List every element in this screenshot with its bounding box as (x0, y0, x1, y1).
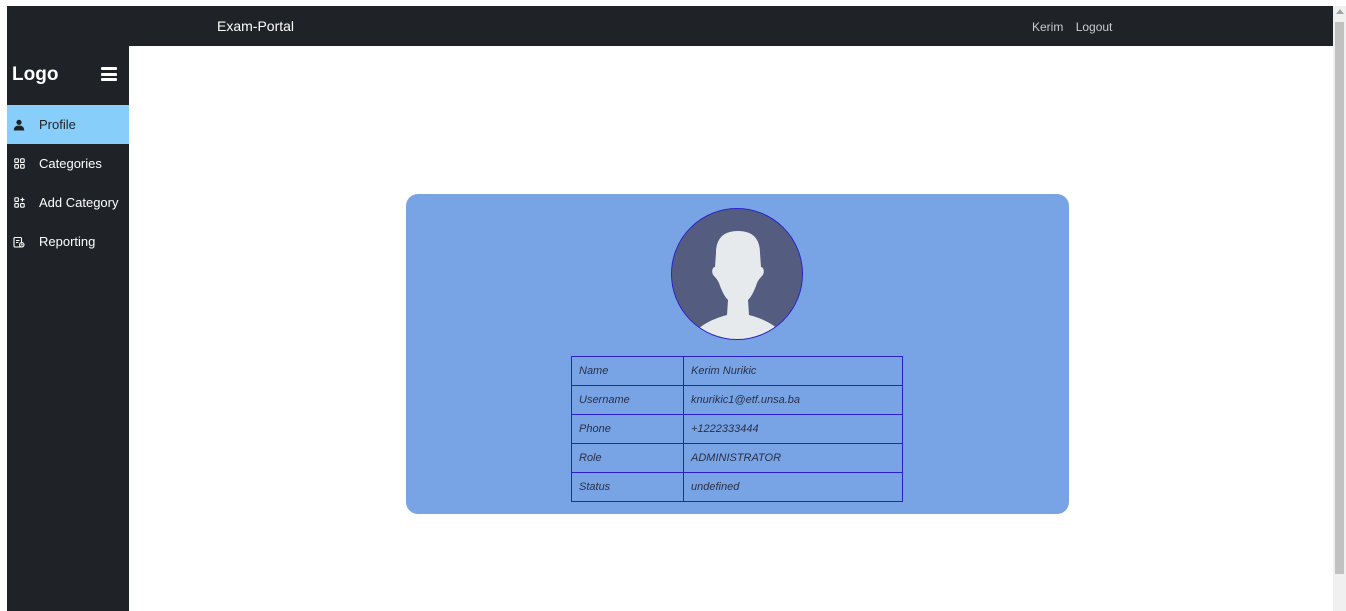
grid-icon (13, 158, 25, 170)
row-key: Phone (571, 414, 684, 444)
sidebar-item-profile[interactable]: Profile (7, 105, 129, 144)
page: Exam-Portal Kerim Logout Logo Profile Ca… (0, 0, 1346, 611)
scrollbar-thumb[interactable] (1335, 22, 1344, 574)
logo: Logo (12, 64, 59, 85)
hamburger-menu-icon[interactable] (101, 67, 117, 81)
table-row: Role ADMINISTRATOR (571, 443, 903, 473)
logout-link[interactable]: Logout (1076, 20, 1113, 34)
table-row: Name Kerim Nurikic (571, 356, 903, 386)
profile-info-table: Name Kerim Nurikic Username knurikic1@et… (571, 356, 903, 502)
top-navbar: Exam-Portal Kerim Logout (7, 6, 1333, 46)
row-key: Role (571, 443, 684, 473)
user-link[interactable]: Kerim (1032, 20, 1063, 34)
row-value: undefined (683, 472, 903, 502)
row-key: Status (571, 472, 684, 502)
report-icon (13, 236, 25, 248)
row-key: Username (571, 385, 684, 415)
row-value: ADMINISTRATOR (683, 443, 903, 473)
sidebar: Logo Profile Categories Add Category Rep… (7, 46, 129, 611)
table-row: Username knurikic1@etf.unsa.ba (571, 385, 903, 415)
row-value: Kerim Nurikic (683, 356, 903, 386)
brand-link[interactable]: Exam-Portal (217, 18, 294, 34)
sidebar-item-label: Profile (39, 117, 76, 132)
row-key: Name (571, 356, 684, 386)
sidebar-item-label: Categories (39, 156, 102, 171)
sidebar-item-reporting[interactable]: Reporting (7, 222, 129, 261)
table-row: Status undefined (571, 472, 903, 502)
navbar-right: Kerim Logout (1032, 20, 1121, 34)
sidebar-item-add-category[interactable]: Add Category (7, 183, 129, 222)
default-user-avatar (671, 208, 803, 340)
frame-left (0, 0, 7, 611)
table-row: Phone +1222333444 (571, 414, 903, 444)
row-value: +1222333444 (683, 414, 903, 444)
sidebar-header: Logo (7, 46, 129, 105)
scroll-up-arrow-icon[interactable] (1336, 9, 1344, 14)
sidebar-item-label: Add Category (39, 195, 119, 210)
profile-card: Name Kerim Nurikic Username knurikic1@et… (406, 194, 1069, 514)
user-icon (13, 119, 25, 131)
sidebar-item-categories[interactable]: Categories (7, 144, 129, 183)
vertical-scrollbar[interactable] (1333, 6, 1346, 611)
sidebar-item-label: Reporting (39, 234, 96, 249)
row-value: knurikic1@etf.unsa.ba (683, 385, 903, 415)
grid-add-icon (13, 197, 25, 209)
